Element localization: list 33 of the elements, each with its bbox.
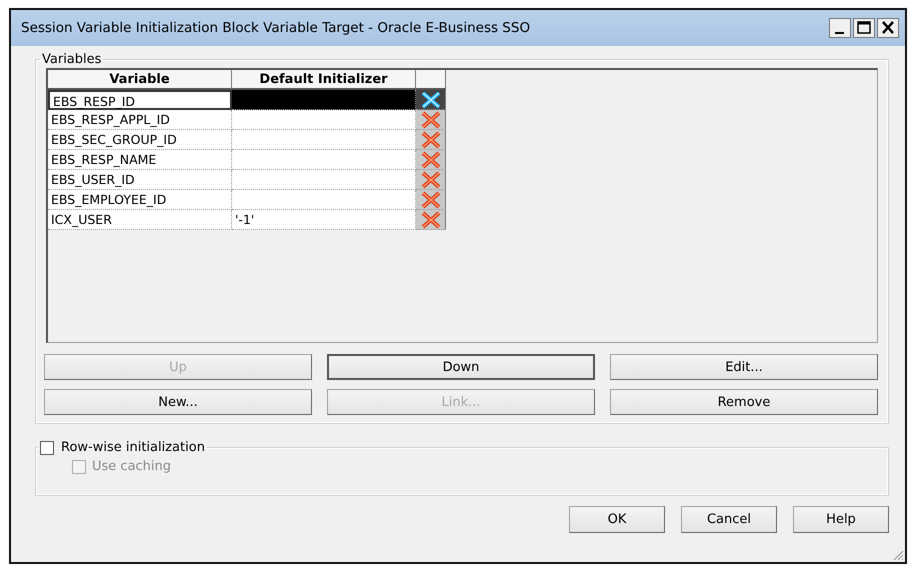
close-icon[interactable] xyxy=(877,18,899,38)
table-cell[interactable]: EBS_RESP_ID xyxy=(48,90,232,110)
minimize-icon[interactable] xyxy=(829,18,851,38)
group-label: Variables xyxy=(41,52,102,67)
table-cell[interactable]: ICX_USER xyxy=(48,210,232,230)
table-cell[interactable]: EBS_USER_ID xyxy=(48,170,232,190)
table-cell[interactable]: EBS_RESP_NAME xyxy=(48,150,232,170)
maximize-icon[interactable] xyxy=(853,18,875,38)
checkbox-label: Row-wise initialization xyxy=(61,440,205,455)
column-header[interactable]: Variable xyxy=(48,70,232,90)
checkbox[interactable] xyxy=(40,440,54,454)
dialog-button[interactable]: Cancel xyxy=(681,506,777,533)
table-cell[interactable]: '-1' xyxy=(232,210,416,230)
table-cell[interactable] xyxy=(232,150,416,170)
action-button[interactable]: New... xyxy=(44,389,312,415)
table-cell[interactable]: EBS_RESP_APPL_ID xyxy=(48,110,232,130)
window-title: Session Variable Initialization Block Variable Target - Oracle E-Business SSO xyxy=(21,20,530,36)
table-cell[interactable]: EBS_SEC_GROUP_ID xyxy=(48,130,232,150)
dialog-button[interactable]: OK xyxy=(569,506,665,533)
resize-grip-icon[interactable] xyxy=(892,549,904,561)
table-cell[interactable] xyxy=(232,90,416,110)
table-cell[interactable]: EBS_EMPLOYEE_ID xyxy=(48,190,232,210)
table-cell[interactable] xyxy=(232,190,416,210)
table-cell[interactable] xyxy=(232,110,416,130)
column-header[interactable]: Default Initializer xyxy=(232,70,416,90)
action-button[interactable]: Remove xyxy=(610,389,878,415)
table-cell[interactable] xyxy=(232,130,416,150)
delete-icon[interactable] xyxy=(420,90,442,108)
checkbox-label: Use caching xyxy=(92,459,172,474)
action-button[interactable]: Edit... xyxy=(610,354,878,380)
table-cell[interactable] xyxy=(232,170,416,190)
action-button[interactable]: Down xyxy=(327,354,595,380)
dialog-button[interactable]: Help xyxy=(793,506,889,533)
